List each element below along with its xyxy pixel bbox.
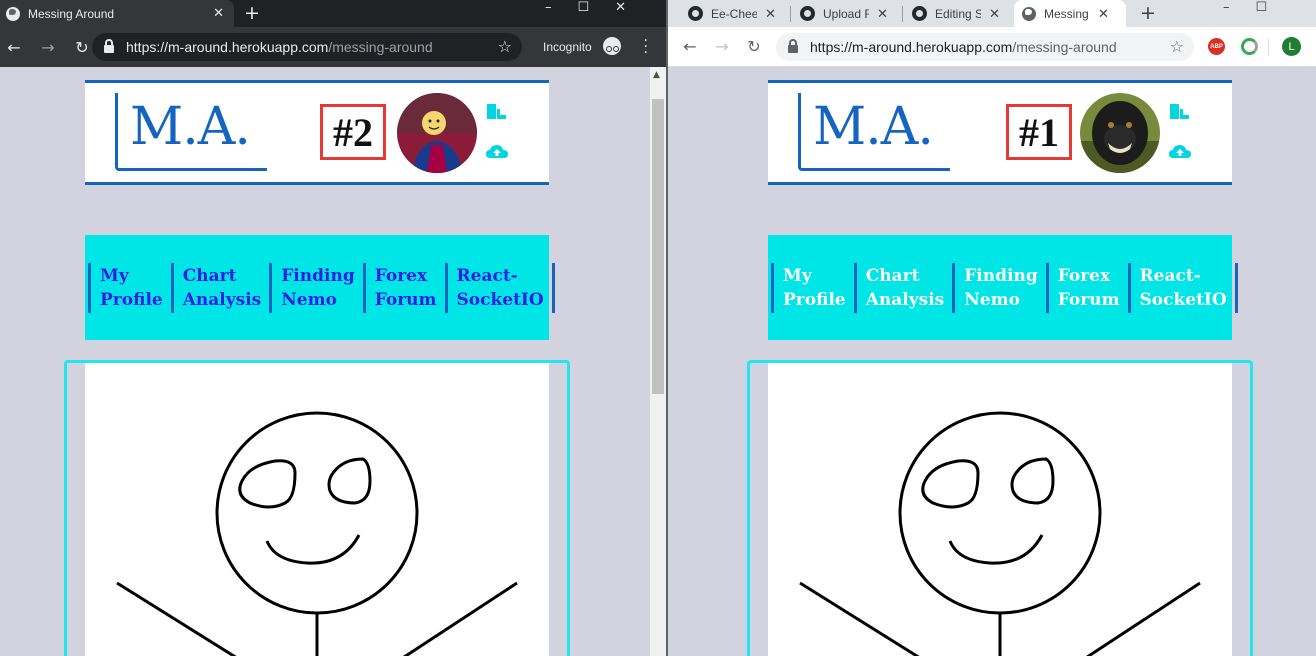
globe-icon — [1022, 6, 1036, 21]
new-tab-icon[interactable]: + — [1140, 2, 1156, 24]
nav-my-profile[interactable]: My Profile — [88, 262, 171, 313]
url-text: https://m-around.herokuapp.com/messing-a… — [810, 39, 1117, 55]
tab-strip: Ee-Chee ✕ Upload F ✕ Editing S ✕ Messing… — [668, 0, 1316, 27]
address-bar[interactable]: https://m-around.herokuapp.com/messing-a… — [92, 33, 522, 61]
close-tab-icon[interactable]: ✕ — [213, 6, 224, 21]
close-tab-icon[interactable]: ✕ — [877, 6, 888, 22]
avatar[interactable] — [1080, 93, 1160, 173]
canvas-frame — [747, 360, 1253, 656]
maximize-icon[interactable]: ☐ — [1256, 0, 1268, 15]
minimize-icon[interactable]: – — [545, 0, 552, 15]
close-tab-icon[interactable]: ✕ — [765, 6, 776, 22]
nav-forex-forum[interactable]: Forex Forum — [1045, 262, 1128, 313]
rank-badge: #1 — [1006, 104, 1072, 160]
tab-upload-file[interactable]: Upload F ✕ — [792, 0, 902, 27]
github-icon — [800, 6, 815, 21]
bookmark-star-icon[interactable]: ☆ — [1170, 37, 1184, 56]
window-controls: – ☐ ✕ — [545, 0, 626, 15]
avatar[interactable] — [397, 93, 477, 173]
main-nav: My Profile Chart Analysis Finding Nemo F… — [768, 235, 1238, 340]
tab-messing-around[interactable]: Messing Around ✕ — [0, 0, 234, 27]
main-nav: My Profile Chart Analysis Finding Nemo F… — [85, 235, 555, 340]
tab-strip: Messing Around ✕ + – ☐ ✕ — [0, 0, 666, 27]
nav-my-profile[interactable]: My Profile — [771, 262, 854, 313]
tab-title: Upload F — [823, 6, 869, 21]
cloud-upload-icon[interactable] — [1168, 141, 1192, 163]
logo-text: M.A. — [130, 97, 251, 157]
address-bar[interactable]: https://m-around.herokuapp.com/messing-a… — [776, 33, 1194, 61]
menu-icon[interactable]: · · · — [644, 34, 648, 60]
nav-chart-analysis[interactable]: Chart Analysis — [853, 262, 953, 313]
toolbar: ← → ↻ https://m-around.herokuapp.com/mes… — [668, 27, 1316, 67]
tab-editing[interactable]: Editing S ✕ — [904, 0, 1012, 27]
adblock-plus-icon[interactable]: ABP — [1208, 38, 1225, 55]
globe-icon — [6, 6, 20, 21]
close-tab-icon[interactable]: ✕ — [1098, 6, 1109, 22]
nav-react-socketio[interactable]: React- SocketIO — [444, 262, 555, 313]
lock-icon — [788, 39, 798, 53]
nav-chart-analysis[interactable]: Chart Analysis — [170, 262, 270, 313]
minimize-icon[interactable]: – — [1223, 0, 1230, 15]
logo-text: M.A. — [813, 97, 934, 157]
page-viewport: M.A. #1 My Profile Chart Analysis Findin… — [668, 67, 1316, 656]
extension-ring-icon[interactable] — [1241, 38, 1258, 55]
url-text: https://m-around.herokuapp.com/messing-a… — [126, 39, 433, 55]
close-window-icon[interactable]: ✕ — [615, 0, 626, 15]
incognito-icon[interactable] — [603, 37, 621, 55]
incognito-browser-window: Messing Around ✕ + – ☐ ✕ ← → ↻ https://m… — [0, 0, 666, 656]
tab-messing-around[interactable]: Messing ✕ — [1014, 0, 1126, 27]
incognito-label: Incognito — [543, 40, 592, 54]
lock-icon — [104, 39, 114, 53]
desktop: Messing Around ✕ + – ☐ ✕ ← → ↻ https://m… — [0, 0, 1316, 656]
nav-forex-forum[interactable]: Forex Forum — [362, 262, 445, 313]
tab-separator — [790, 6, 791, 22]
profile-avatar[interactable]: L — [1282, 37, 1301, 56]
logo[interactable]: M.A. — [115, 93, 267, 171]
reload-icon[interactable]: ↻ — [740, 37, 768, 56]
tab-separator — [902, 6, 903, 22]
header-actions — [485, 101, 509, 163]
logout-door-icon[interactable] — [485, 101, 509, 123]
header-card: M.A. #1 — [768, 80, 1232, 185]
rank-badge: #2 — [320, 104, 386, 160]
tab-title: Messing — [1044, 6, 1089, 21]
logout-door-icon[interactable] — [1168, 101, 1192, 123]
logo[interactable]: M.A. — [798, 93, 950, 171]
forward-icon[interactable]: → — [34, 38, 62, 57]
nav-react-socketio[interactable]: React- SocketIO — [1127, 262, 1238, 313]
cloud-upload-icon[interactable] — [485, 141, 509, 163]
github-icon — [688, 6, 703, 21]
window-controls: – ☐ — [1223, 0, 1267, 15]
bookmark-star-icon[interactable]: ☆ — [498, 37, 512, 56]
header-actions — [1168, 101, 1192, 163]
scroll-up-icon[interactable]: ▲ — [653, 70, 660, 80]
tab-title: Ee-Chee — [711, 6, 757, 21]
canvas-frame — [64, 360, 570, 656]
back-icon[interactable]: ← — [0, 38, 28, 57]
nav-finding-nemo[interactable]: Finding Nemo — [269, 262, 362, 313]
back-icon[interactable]: ← — [676, 37, 704, 56]
github-icon — [912, 6, 927, 21]
new-tab-icon[interactable]: + — [244, 2, 260, 24]
scrollbar-thumb[interactable] — [652, 99, 664, 394]
header-card: M.A. #2 — [85, 80, 549, 185]
nav-finding-nemo[interactable]: Finding Nemo — [952, 262, 1045, 313]
normal-browser-window: Ee-Chee ✕ Upload F ✕ Editing S ✕ Messing… — [668, 0, 1316, 656]
toolbar: ← → ↻ https://m-around.herokuapp.com/mes… — [0, 27, 666, 67]
tab-ee-cheer[interactable]: Ee-Chee ✕ — [680, 0, 790, 27]
toolbar-separator — [1268, 39, 1269, 55]
page-viewport: M.A. #2 My Profile Chart Analysis Findin… — [0, 67, 666, 656]
tab-title: Editing S — [935, 6, 981, 21]
close-tab-icon[interactable]: ✕ — [989, 6, 1000, 22]
maximize-icon[interactable]: ☐ — [578, 0, 590, 15]
forward-icon[interactable]: → — [708, 37, 736, 56]
tab-title: Messing Around — [28, 6, 115, 21]
